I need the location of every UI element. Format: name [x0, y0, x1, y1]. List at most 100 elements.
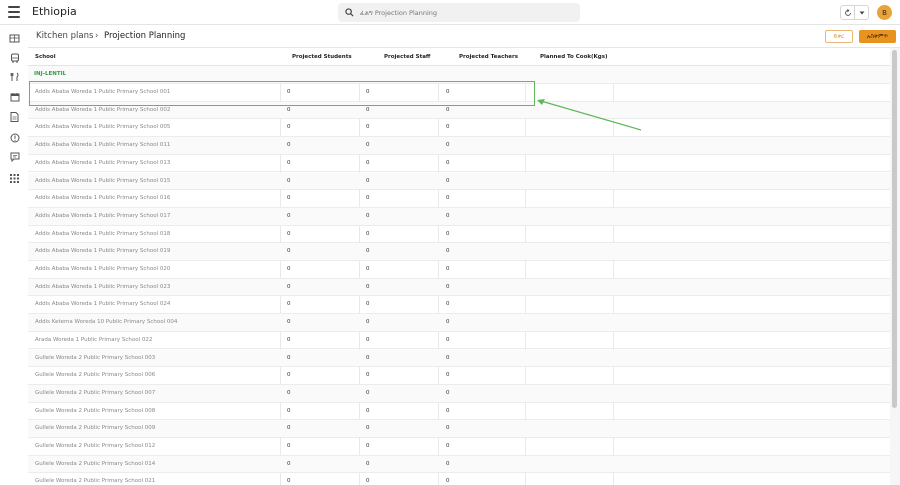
- table-row[interactable]: Addis Ababa Woreda 1 Public Primary Scho…: [28, 226, 890, 244]
- table-row[interactable]: Addis Ababa Woreda 1 Public Primary Scho…: [28, 155, 890, 173]
- table-row[interactable]: Gullele Woreda 2 Public Primary School 0…: [28, 367, 890, 385]
- cell-projected-staff: 0: [366, 425, 370, 432]
- refresh-dropdown-button[interactable]: [854, 6, 868, 19]
- table-row[interactable]: Addis Ketema Woreda 10 Public Primary Sc…: [28, 314, 890, 332]
- cell-projected-students: 0: [287, 266, 291, 272]
- table-row[interactable]: Addis Ababa Woreda 1 Public Primary Scho…: [28, 101, 890, 120]
- table-row[interactable]: Gullele Woreda 2 Public Primary School 0…: [28, 455, 890, 474]
- table-row[interactable]: Gullele Woreda 2 Public Primary School 0…: [28, 420, 890, 438]
- cell-projected-students: 0: [287, 301, 291, 308]
- app-title: Ethiopia: [32, 5, 77, 18]
- cell-projected-teachers: 0: [446, 336, 450, 343]
- breadcrumb-kitchen-plans[interactable]: Kitchen plans: [36, 31, 93, 41]
- cell-school: Addis Ababa Woreda 1 Public Primary Scho…: [35, 159, 171, 166]
- user-avatar[interactable]: B: [877, 5, 892, 20]
- cell-school: Addis Ababa Woreda 1 Public Primary Scho…: [35, 266, 171, 272]
- cell-projected-staff: 0: [366, 89, 370, 95]
- cell-projected-teachers: 0: [446, 195, 450, 202]
- table-row[interactable]: Addis Ababa Woreda 1 Public Primary Scho…: [28, 172, 890, 191]
- cell-projected-students: 0: [287, 195, 291, 202]
- info-icon[interactable]: [9, 132, 20, 143]
- table-row[interactable]: Addis Ababa Woreda 1 Public Primary Scho…: [28, 261, 890, 279]
- cell-projected-teachers: 0: [446, 301, 450, 308]
- cell-school: Arada Woreda 1 Public Primary School 022: [35, 336, 153, 343]
- refresh-icon: [844, 8, 851, 16]
- search-bar[interactable]: [338, 3, 580, 22]
- table-row[interactable]: Addis Ababa Woreda 1 Public Primary Scho…: [28, 207, 890, 226]
- chat-icon[interactable]: [9, 151, 20, 162]
- fork-knife-icon[interactable]: [9, 71, 20, 82]
- table-row[interactable]: Arada Woreda 1 Public Primary School 022…: [28, 332, 890, 350]
- cell-projected-students: 0: [287, 319, 291, 326]
- table-row[interactable]: Gullele Woreda 2 Public Primary School 0…: [28, 349, 890, 368]
- cell-projected-students: 0: [287, 124, 291, 131]
- cell-projected-students: 0: [287, 460, 291, 467]
- scrollbar-thumb[interactable]: [892, 50, 897, 408]
- table-row[interactable]: Addis Ababa Woreda 1 Public Primary Scho…: [28, 296, 890, 315]
- group-label: INJ-LENTIL: [34, 71, 67, 77]
- breadcrumb-separator: ›: [95, 31, 99, 41]
- cell-projected-students: 0: [287, 283, 291, 290]
- cell-projected-staff: 0: [366, 460, 370, 467]
- refresh-button[interactable]: [841, 6, 854, 19]
- column-header-projected-staff[interactable]: Projected Staff: [384, 48, 430, 66]
- cell-projected-students: 0: [287, 142, 291, 149]
- cell-projected-teachers: 0: [446, 478, 450, 485]
- cell-school: Gullele Woreda 2 Public Primary School 0…: [35, 443, 156, 449]
- table-row[interactable]: Addis Ababa Woreda 1 Public Primary Scho…: [28, 243, 890, 261]
- side-navigation: [0, 25, 28, 485]
- column-header-planned-to-cook[interactable]: Planned To Cook(Kgs): [540, 48, 608, 66]
- cell-projected-staff: 0: [366, 336, 370, 343]
- cell-projected-teachers: 0: [446, 319, 450, 326]
- cell-school: Addis Ababa Woreda 1 Public Primary Scho…: [35, 283, 171, 290]
- document-icon[interactable]: [9, 111, 20, 122]
- cell-school: Addis Ababa Woreda 1 Public Primary Scho…: [35, 142, 171, 149]
- column-header-projected-teachers[interactable]: Projected Teachers: [459, 48, 518, 66]
- table-row[interactable]: Gullele Woreda 2 Public Primary School 0…: [28, 384, 890, 403]
- cell-projected-students: 0: [287, 106, 291, 113]
- cell-projected-teachers: 0: [446, 425, 450, 432]
- cell-school: Gullele Woreda 2 Public Primary School 0…: [35, 460, 156, 467]
- cell-projected-teachers: 0: [446, 389, 450, 396]
- calendar-icon[interactable]: [9, 91, 20, 102]
- table-row[interactable]: Addis Ababa Woreda 1 Public Primary Scho…: [28, 278, 890, 297]
- table-row[interactable]: Gullele Woreda 2 Public Primary School 0…: [28, 403, 890, 421]
- search-icon: [345, 8, 354, 17]
- cell-projected-students: 0: [287, 212, 291, 219]
- cell-projected-teachers: 0: [446, 159, 450, 166]
- bus-icon[interactable]: [9, 52, 20, 63]
- cell-projected-teachers: 0: [446, 354, 450, 361]
- apps-grid-icon[interactable]: [9, 173, 20, 184]
- table-row[interactable]: Addis Ababa Woreda 1 Public Primary Scho…: [28, 84, 890, 102]
- table-row[interactable]: Addis Ababa Woreda 1 Public Primary Scho…: [28, 119, 890, 138]
- cell-projected-staff: 0: [366, 159, 370, 166]
- cell-projected-teachers: 0: [446, 283, 450, 290]
- hamburger-menu-icon[interactable]: [8, 6, 20, 18]
- cell-projected-teachers: 0: [446, 372, 450, 379]
- cell-projected-teachers: 0: [446, 248, 450, 255]
- cell-projected-students: 0: [287, 425, 291, 432]
- cell-projected-staff: 0: [366, 389, 370, 396]
- search-input[interactable]: [360, 8, 560, 17]
- cell-projected-teachers: 0: [446, 142, 450, 149]
- cell-projected-students: 0: [287, 372, 291, 379]
- cell-projected-students: 0: [287, 177, 291, 184]
- edit-button[interactable]: ይቀር: [825, 30, 853, 43]
- table-row[interactable]: Gullele Woreda 2 Public Primary School 0…: [28, 473, 890, 485]
- cell-projected-teachers: 0: [446, 106, 450, 113]
- cell-projected-students: 0: [287, 336, 291, 343]
- cell-projected-teachers: 0: [446, 212, 450, 219]
- column-header-school[interactable]: School: [35, 48, 56, 66]
- table-row[interactable]: Addis Ababa Woreda 1 Public Primary Scho…: [28, 190, 890, 208]
- cell-school: Gullele Woreda 2 Public Primary School 0…: [35, 478, 156, 485]
- cell-projected-students: 0: [287, 354, 291, 361]
- table-row[interactable]: Addis Ababa Woreda 1 Public Primary Scho…: [28, 137, 890, 155]
- group-row[interactable]: INJ-LENTIL: [28, 66, 890, 84]
- cell-projected-teachers: 0: [446, 443, 450, 449]
- save-button[interactable]: አስቀምጥ: [859, 30, 896, 43]
- table-row[interactable]: Gullele Woreda 2 Public Primary School 0…: [28, 438, 890, 456]
- cell-school: Gullele Woreda 2 Public Primary School 0…: [35, 425, 156, 432]
- cell-projected-staff: 0: [366, 142, 370, 149]
- kitchen-icon[interactable]: [9, 32, 20, 43]
- column-header-projected-students[interactable]: Projected Students: [292, 48, 352, 66]
